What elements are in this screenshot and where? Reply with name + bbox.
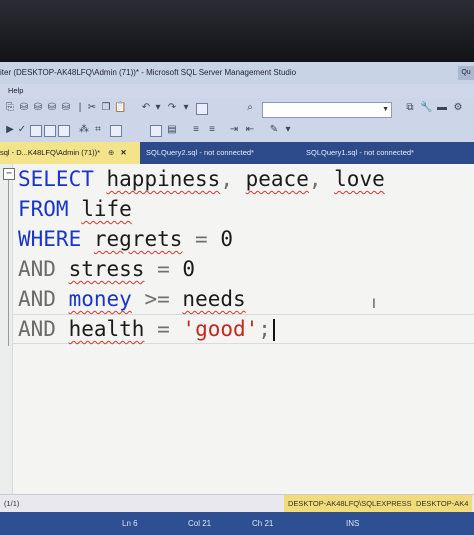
ibeam-cursor-icon: I	[372, 295, 376, 311]
text-caret	[272, 319, 275, 341]
pin-icon[interactable]: ⊕	[108, 148, 114, 157]
paste-icon[interactable]: 📋	[114, 102, 126, 114]
redo-dropdown-icon[interactable]: ▾	[180, 102, 192, 114]
results-to-grid-icon[interactable]	[58, 125, 70, 137]
search-combobox[interactable]: ▼	[262, 102, 392, 118]
code-line-5[interactable]: AND money >= needs	[18, 284, 246, 314]
punctuation: ;	[258, 317, 271, 341]
undo-dropdown-icon[interactable]: ▾	[152, 102, 164, 114]
code-line-3[interactable]: WHERE regrets = 0	[18, 224, 233, 254]
find-icon[interactable]: ⌕	[244, 102, 256, 114]
monitor-bezel	[0, 0, 474, 62]
sql-keyword: SELECT	[18, 167, 94, 191]
results-text-icon[interactable]	[110, 125, 122, 137]
query-designer-icon[interactable]	[44, 125, 56, 137]
sql-keyword: WHERE	[18, 227, 82, 251]
status-bar: Ln 6 Col 21 Ch 21 INS	[0, 512, 474, 535]
status-ln: Ln 6	[122, 519, 138, 528]
server-name: DESKTOP-AK48LFQ\SQLEXPRESS ...	[284, 495, 424, 513]
include-plan-icon[interactable]: ⌗	[92, 124, 104, 136]
close-icon[interactable]: ✕	[120, 148, 126, 157]
display-plan-icon[interactable]	[30, 125, 42, 137]
operator: =	[157, 317, 170, 341]
number-literal: 0	[220, 227, 234, 251]
sql-editor-toolbar: ▶ ✓ ⁂ ⌗ ▤ ≡ ≡ ⇥ ⇤ ✎ ▾	[0, 120, 474, 143]
window-title: iter (DESKTOP-AK48LFQ\Admin (71))* - Mic…	[0, 68, 297, 77]
operator: =	[195, 227, 208, 251]
punctuation: ,	[308, 167, 322, 191]
code-line-6[interactable]: AND health = 'good';	[18, 314, 275, 344]
outline-line	[8, 180, 9, 346]
new-query-icon[interactable]: ⎘	[4, 102, 16, 114]
dmx-query-icon[interactable]: ⛁	[60, 102, 72, 114]
operator: >=	[144, 287, 170, 311]
toolbox-icon[interactable]: ▬	[436, 102, 448, 114]
line-count: (1/1)	[4, 499, 20, 508]
sql-keyword: AND	[18, 287, 56, 311]
code-line-2[interactable]: FROM life	[18, 194, 132, 224]
cut-icon[interactable]: ✂	[86, 102, 98, 114]
properties-icon[interactable]: 🔧	[420, 102, 432, 114]
sql-keyword: FROM	[18, 197, 69, 221]
status-mode: INS	[346, 519, 360, 528]
mdx-query-icon[interactable]: ⛁	[46, 102, 58, 114]
menu-help[interactable]: Help	[8, 84, 23, 98]
analysis-query-icon[interactable]: ⛁	[32, 102, 44, 114]
tab-sqlquery2[interactable]: SQLQuery2.sql - not connected*	[146, 142, 296, 164]
database-query-icon[interactable]: ⛁	[18, 102, 30, 114]
intellisense-icon[interactable]: ⁂	[78, 124, 90, 136]
indent-icon[interactable]: ⇥	[228, 124, 240, 136]
identifier: health	[68, 317, 145, 341]
copy-icon[interactable]: ❐	[100, 102, 112, 114]
identifier: peace	[245, 167, 309, 191]
tab-label: sql - D...K48LFQ\Admin (71))*	[0, 148, 101, 157]
new-project-icon[interactable]	[196, 103, 208, 115]
code-line-4[interactable]: AND stress = 0	[18, 254, 195, 284]
results-grid-icon[interactable]	[150, 125, 162, 137]
sql-keyword: AND	[18, 257, 56, 281]
specify-values-icon[interactable]: ✎	[268, 124, 280, 136]
status-ch: Ch 21	[252, 519, 274, 528]
title-bar: iter (DESKTOP-AK48LFQ\Admin (71))* - Mic…	[0, 62, 474, 84]
document-tab-bar: sql - D...K48LFQ\Admin (71))* ⊕ ✕ SQLQuery…	[0, 142, 474, 164]
uncomment-icon[interactable]: ≡	[206, 124, 218, 136]
tab-sqlquery1[interactable]: SQLQuery1.sql - not connected*	[306, 142, 456, 164]
operator: =	[157, 257, 170, 281]
punctuation: ,	[220, 167, 233, 191]
identifier: stress	[68, 257, 145, 281]
identifier: life	[81, 197, 132, 221]
user-name: DESKTOP-AK4	[412, 495, 473, 513]
sql-keyword: AND	[18, 317, 56, 341]
chevron-down-icon[interactable]: ▼	[382, 103, 389, 117]
string-literal: 'good'	[182, 317, 259, 341]
identifier: love	[334, 167, 385, 191]
comment-icon[interactable]: ≡	[190, 124, 202, 136]
standard-toolbar: ⎘ ⛁ ⛁ ⛁ ⛁ | ✂ ❐ 📋 ↶ ▾ ↷ ▾ ⌕ ▼ ⧉ 🔧 ▬ ⚙	[0, 98, 474, 121]
collapse-icon[interactable]: −	[3, 168, 15, 180]
identifier: needs	[182, 287, 246, 311]
undo-icon[interactable]: ↶	[140, 102, 152, 114]
outdent-icon[interactable]: ⇤	[244, 124, 256, 136]
code-line-1[interactable]: SELECT happiness, peace, love	[18, 164, 385, 194]
toolbar-overflow-icon[interactable]: ▾	[282, 124, 294, 136]
results-file-icon[interactable]: ▤	[166, 124, 178, 136]
tab-label: SQLQuery1.sql - not connected*	[306, 148, 414, 157]
menu-bar: Help	[0, 84, 474, 98]
editor-info-strip: (1/1) DESKTOP-AK48LFQ\SQLEXPRESS ... DES…	[0, 494, 474, 513]
quick-launch-box[interactable]: Qu	[458, 66, 474, 80]
identifier: money	[68, 287, 132, 311]
parse-icon[interactable]: ✓	[16, 124, 28, 136]
identifier: regrets	[93, 227, 183, 251]
options-icon[interactable]: ⚙	[452, 102, 464, 114]
solution-explorer-icon[interactable]: ⧉	[404, 102, 416, 114]
identifier: happiness	[106, 167, 221, 191]
tab-active-query[interactable]: sql - D...K48LFQ\Admin (71))* ⊕ ✕	[0, 142, 140, 164]
redo-icon[interactable]: ↷	[166, 102, 178, 114]
toolbar-separator: |	[78, 102, 82, 113]
number-literal: 0	[182, 257, 196, 281]
tab-label: SQLQuery2.sql - not connected*	[146, 148, 254, 157]
status-col: Col 21	[188, 519, 212, 528]
execute-icon[interactable]: ▶	[4, 124, 16, 136]
query-editor[interactable]: − SELECT happiness, peace, love FROM lif…	[0, 164, 474, 494]
